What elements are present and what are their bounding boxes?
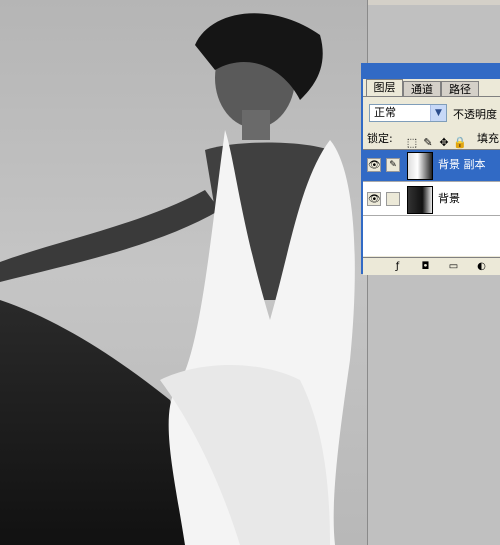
canvas-image (0, 0, 367, 545)
lock-all-icon[interactable]: 🔒 (452, 136, 468, 149)
eye-icon[interactable]: 👁 (367, 158, 381, 172)
layer-style-icon[interactable]: ƒ (391, 260, 404, 273)
layer-name: 背景 (438, 192, 460, 205)
adjustment-icon[interactable]: ◐ (475, 260, 488, 273)
blend-mode-select[interactable]: 正常 ▼ (369, 104, 447, 122)
tab-divider (363, 96, 500, 97)
chevron-down-icon[interactable]: ▼ (430, 105, 446, 121)
lock-options: ⬚ ✎ ✥ 🔒 (404, 131, 468, 149)
tab-layers[interactable]: 图层 (366, 79, 403, 97)
layer-thumbnail (407, 152, 433, 180)
document-canvas[interactable] (0, 0, 367, 545)
lock-label: 锁定: (367, 132, 393, 145)
layers-list: 👁 ✎ 背景 副本 👁 背景 (363, 149, 500, 256)
mask-icon[interactable]: ◘ (419, 260, 432, 273)
eye-icon[interactable]: 👁 (367, 192, 381, 206)
opacity-label: 不透明度 (453, 108, 497, 121)
tab-paths[interactable]: 路径 (441, 81, 479, 96)
palette-tabs: 图层 通道 路径 (363, 79, 500, 97)
layers-palette: 图层 通道 路径 正常 ▼ 不透明度 锁定: ⬚ ✎ ✥ 🔒 填充 👁 ✎ 背景 副本… (361, 63, 500, 275)
folder-icon[interactable]: ▭ (447, 260, 460, 273)
layer-row-background-copy[interactable]: 👁 ✎ 背景 副本 (363, 150, 500, 182)
lock-transparency-icon[interactable]: ⬚ (404, 136, 420, 149)
palette-footer: ƒ ◘ ▭ ◐ (363, 257, 500, 275)
layer-row-background[interactable]: 👁 背景 (363, 184, 500, 216)
blend-mode-value: 正常 (374, 106, 396, 119)
layer-name: 背景 副本 (438, 158, 486, 171)
lock-paint-icon[interactable]: ✎ (420, 136, 436, 149)
tab-channels[interactable]: 通道 (403, 81, 441, 96)
workspace-top-strip (368, 0, 500, 5)
brush-icon[interactable]: ✎ (386, 158, 400, 172)
lock-move-icon[interactable]: ✥ (436, 136, 452, 149)
palette-title-bar[interactable] (363, 65, 500, 79)
fill-label: 填充 (477, 132, 499, 145)
link-slot[interactable] (386, 192, 400, 206)
layer-thumbnail (407, 186, 433, 214)
